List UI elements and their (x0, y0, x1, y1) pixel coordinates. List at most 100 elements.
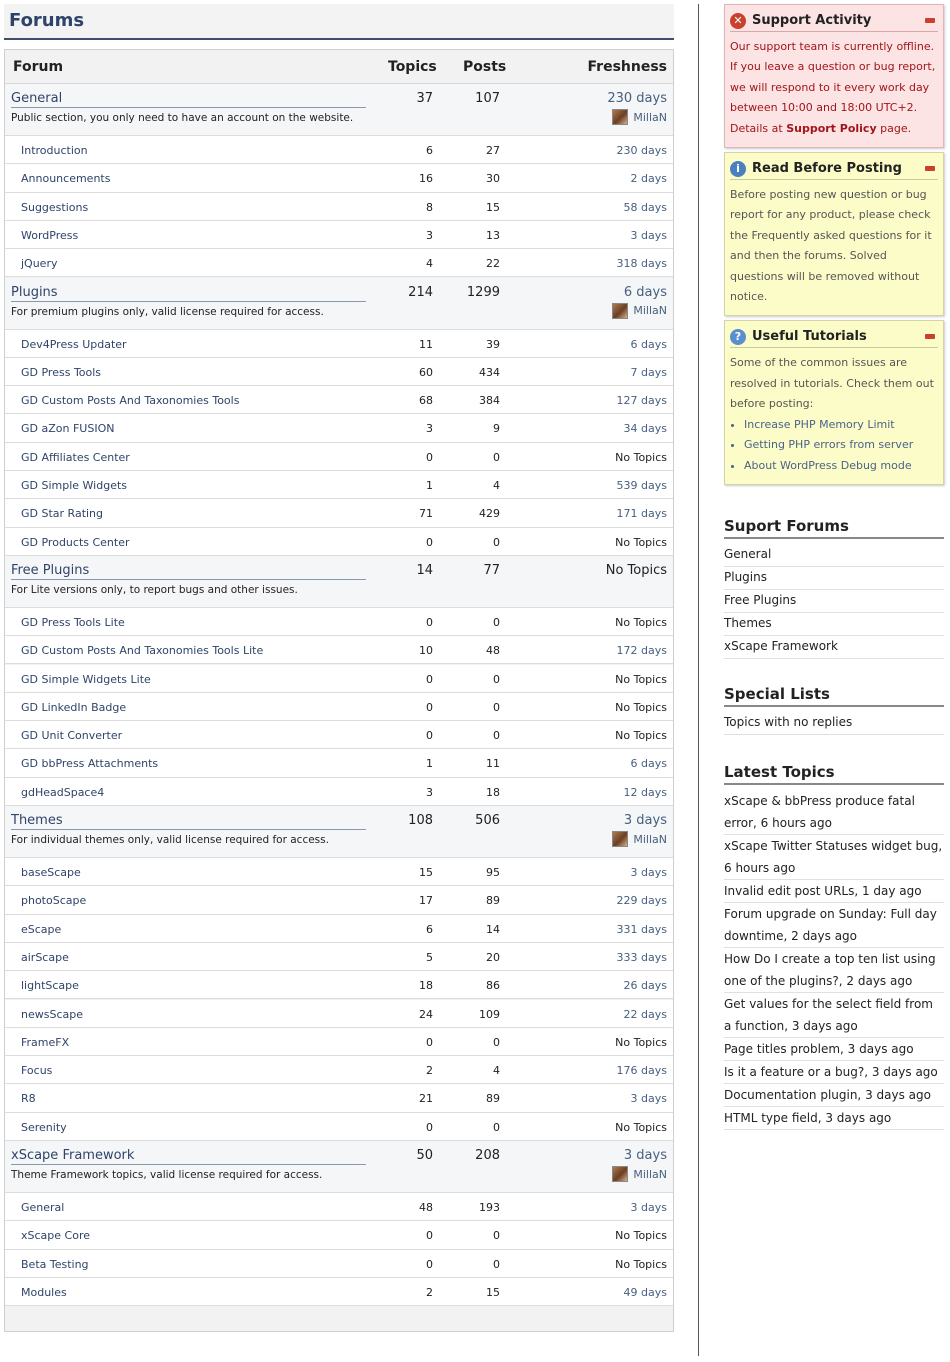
freshness-link[interactable]: 3 days (631, 1201, 667, 1214)
forum-link[interactable]: FrameFX (21, 1036, 69, 1049)
forum-link[interactable]: Suggestions (21, 201, 88, 214)
freshness-link[interactable]: 58 days (624, 201, 667, 214)
support-forum-link[interactable]: Plugins (724, 567, 944, 590)
forum-link[interactable]: xScape Core (21, 1229, 90, 1242)
forum-link[interactable]: Modules (21, 1286, 67, 1299)
freshness-link[interactable]: 26 days (624, 979, 667, 992)
freshness-link[interactable]: 34 days (624, 422, 667, 435)
freshness-link[interactable]: 22 days (624, 1008, 667, 1021)
forum-group-link[interactable]: General (11, 91, 366, 108)
latest-topic-link[interactable]: Get values for the select field from a f… (724, 993, 944, 1038)
latest-topic-link[interactable]: How Do I create a top ten list using one… (724, 948, 944, 993)
latest-topic-link[interactable]: Forum upgrade on Sunday: Full day downti… (724, 903, 944, 948)
forum-link[interactable]: Beta Testing (21, 1258, 89, 1271)
forum-link[interactable]: GD Custom Posts And Taxonomies Tools (21, 394, 239, 407)
author-name[interactable]: MillaN (633, 111, 667, 124)
freshness-link[interactable]: 3 days (624, 813, 667, 828)
forum-link[interactable]: eScape (21, 923, 61, 936)
forum-link[interactable]: GD Press Tools Lite (21, 616, 125, 629)
forum-link[interactable]: GD Simple Widgets (21, 479, 127, 492)
freshness-link[interactable]: 6 days (631, 757, 667, 770)
freshness-link[interactable]: 229 days (617, 894, 667, 907)
forum-row: eScape 6 14 331 days (5, 914, 673, 943)
forum-group-row: xScape Framework Theme Framework topics, … (5, 1141, 673, 1193)
forum-link[interactable]: Introduction (21, 144, 88, 157)
freshness-link[interactable]: 3 days (631, 1092, 667, 1105)
latest-topic-link[interactable]: Invalid edit post URLs, 1 day ago (724, 880, 944, 903)
forum-link[interactable]: GD LinkedIn Badge (21, 701, 126, 714)
forum-link[interactable]: GD bbPress Attachments (21, 757, 158, 770)
freshness-link[interactable]: 230 days (607, 91, 667, 106)
forum-link[interactable]: GD Affiliates Center (21, 451, 130, 464)
latest-topic-link[interactable]: Is it a feature or a bug?, 3 days ago (724, 1061, 944, 1084)
support-forum-link[interactable]: xScape Framework (724, 636, 944, 659)
forum-group-link[interactable]: xScape Framework (11, 1148, 366, 1165)
freshness-link[interactable]: 7 days (631, 366, 667, 379)
tutorial-link[interactable]: Getting PHP errors from server (744, 435, 938, 455)
forum-link[interactable]: Focus (21, 1064, 52, 1077)
freshness-link[interactable]: 172 days (617, 644, 667, 657)
freshness-link[interactable]: 230 days (617, 144, 667, 157)
forum-link[interactable]: R8 (21, 1092, 36, 1105)
freshness-link[interactable]: 127 days (617, 394, 667, 407)
freshness-link[interactable]: 176 days (617, 1064, 667, 1077)
freshness-link[interactable]: 331 days (617, 923, 667, 936)
forum-link[interactable]: jQuery (21, 257, 58, 270)
collapse-icon[interactable] (925, 18, 935, 23)
tutorial-link[interactable]: About WordPress Debug mode (744, 456, 938, 476)
latest-topic-link[interactable]: HTML type field, 3 days ago (724, 1107, 944, 1130)
latest-topic-link[interactable]: xScape & bbPress produce fatal error, 6 … (724, 790, 944, 835)
forum-link[interactable]: photoScape (21, 894, 86, 907)
forum-link[interactable]: GD Custom Posts And Taxonomies Tools Lit… (21, 644, 263, 657)
forum-group-link[interactable]: Themes (11, 813, 366, 830)
freshness-link[interactable]: 12 days (624, 786, 667, 799)
forum-link[interactable]: GD Simple Widgets Lite (21, 673, 151, 686)
forum-link[interactable]: lightScape (21, 979, 79, 992)
forum-link[interactable]: GD Products Center (21, 536, 130, 549)
freshness-link[interactable]: 3 days (631, 229, 667, 242)
freshness-link[interactable]: 6 days (624, 285, 667, 300)
forum-link[interactable]: GD aZon FUSION (21, 422, 114, 435)
author-name[interactable]: MillaN (633, 1168, 667, 1181)
author-name[interactable]: MillaN (633, 304, 667, 317)
support-forum-link[interactable]: Free Plugins (724, 590, 944, 613)
forum-link[interactable]: Dev4Press Updater (21, 338, 127, 351)
forum-link[interactable]: Announcements (21, 172, 110, 185)
collapse-icon[interactable] (925, 166, 935, 172)
freshness-link[interactable]: 2 days (631, 172, 667, 185)
special-list-link[interactable]: Topics with no replies (724, 712, 944, 735)
forum-link[interactable]: GD Press Tools (21, 366, 101, 379)
support-forum-link[interactable]: Themes (724, 613, 944, 636)
forum-link[interactable]: baseScape (21, 866, 81, 879)
freshness-link[interactable]: 49 days (624, 1286, 667, 1299)
freshness-link[interactable]: 6 days (631, 338, 667, 351)
support-forum-link[interactable]: General (724, 544, 944, 567)
last-author[interactable]: MillaN (612, 1166, 667, 1182)
forum-link[interactable]: General (21, 1201, 64, 1214)
latest-topic-link[interactable]: xScape Twitter Statuses widget bug, 6 ho… (724, 835, 944, 880)
freshness-link[interactable]: 539 days (617, 479, 667, 492)
tutorial-link[interactable]: Increase PHP Memory Limit (744, 415, 938, 435)
forum-link[interactable]: newsScape (21, 1008, 83, 1021)
forum-link[interactable]: gdHeadSpace4 (21, 786, 104, 799)
freshness-link[interactable]: 3 days (631, 866, 667, 879)
last-author[interactable]: MillaN (612, 831, 667, 847)
freshness-link[interactable]: 171 days (617, 507, 667, 520)
forum-group-link[interactable]: Free Plugins (11, 563, 366, 580)
freshness-link[interactable]: 318 days (617, 257, 667, 270)
author-name[interactable]: MillaN (633, 833, 667, 846)
support-policy-link[interactable]: Support Policy (786, 122, 876, 135)
last-author[interactable]: MillaN (612, 109, 667, 125)
freshness-link[interactable]: 333 days (617, 951, 667, 964)
forum-link[interactable]: GD Unit Converter (21, 729, 122, 742)
forum-link[interactable]: WordPress (21, 229, 78, 242)
collapse-icon[interactable] (925, 334, 935, 340)
forum-link[interactable]: Serenity (21, 1121, 67, 1134)
forum-link[interactable]: airScape (21, 951, 69, 964)
last-author[interactable]: MillaN (612, 302, 667, 319)
latest-topic-link[interactable]: Documentation plugin, 3 days ago (724, 1084, 944, 1107)
forum-link[interactable]: GD Star Rating (21, 507, 103, 520)
latest-topic-link[interactable]: Page titles problem, 3 days ago (724, 1038, 944, 1061)
freshness-link[interactable]: 3 days (624, 1148, 667, 1163)
forum-group-link[interactable]: Plugins (11, 285, 366, 302)
